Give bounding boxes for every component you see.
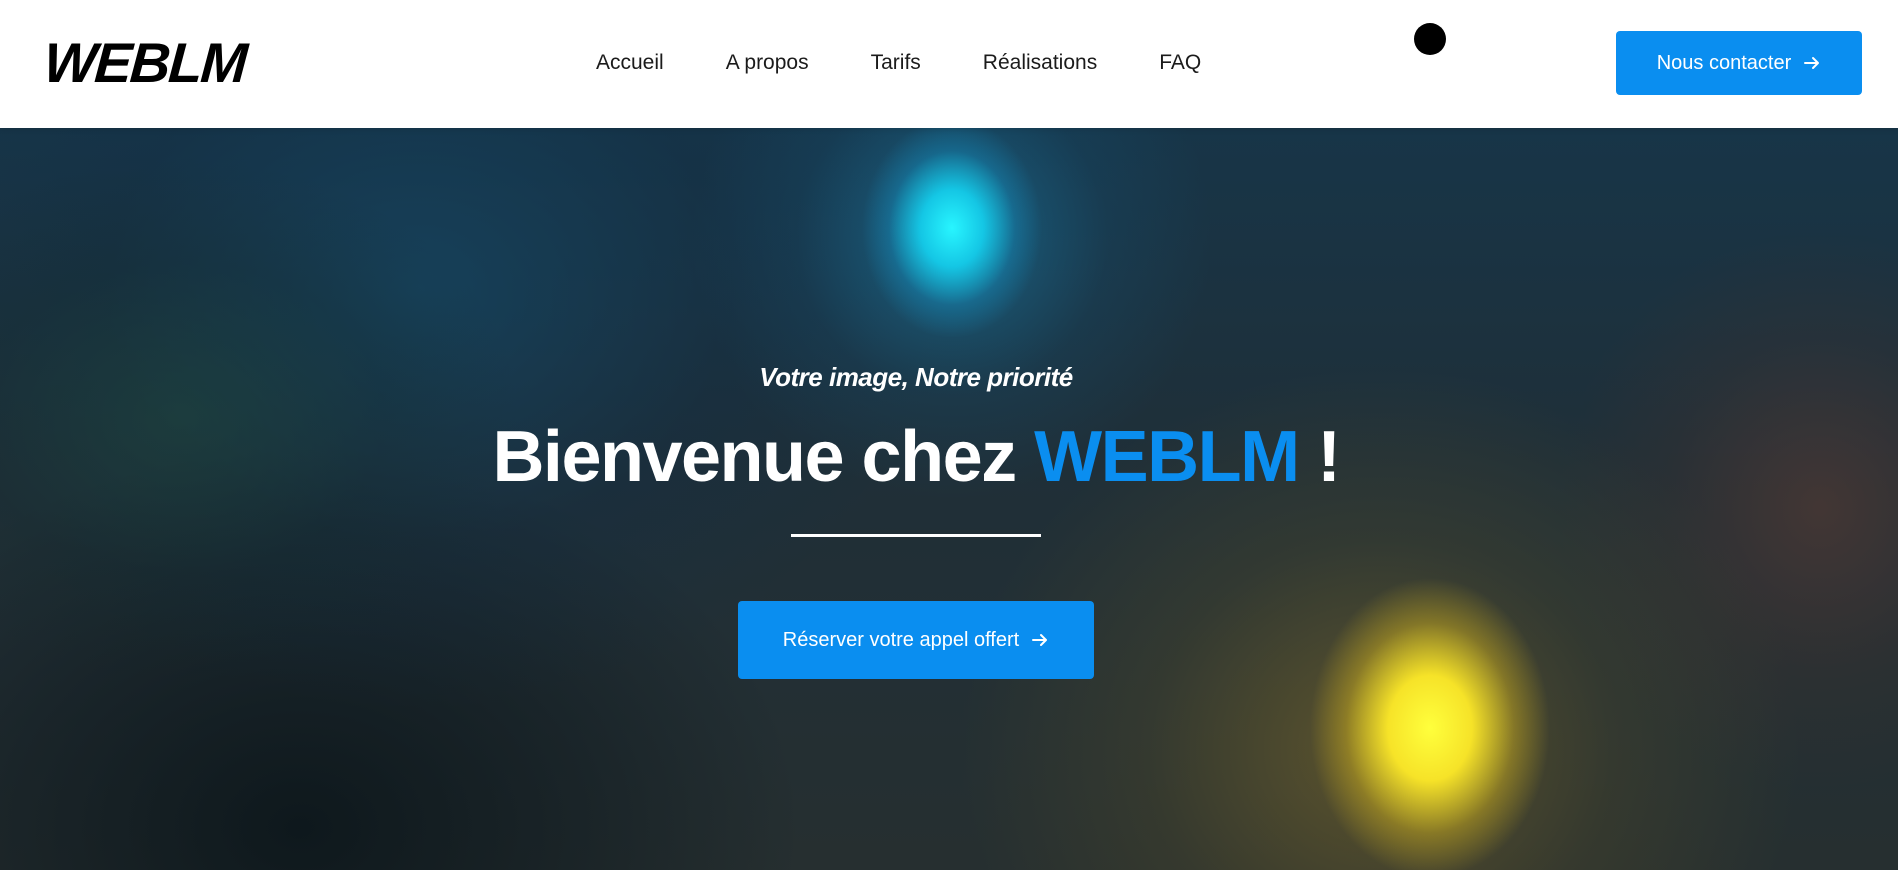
page: WEBLM Accueil A propos Tarifs Réalisatio… — [0, 0, 1898, 870]
nav-item-a-propos[interactable]: A propos — [726, 51, 809, 75]
nav-item-realisations[interactable]: Réalisations — [983, 51, 1097, 75]
custom-cursor-dot — [1414, 23, 1446, 55]
hero-section: Votre image, Notre priorité Bienvenue ch… — [0, 128, 1898, 870]
hero-content: Votre image, Notre priorité Bienvenue ch… — [0, 128, 1898, 870]
nav-item-accueil[interactable]: Accueil — [596, 51, 664, 75]
arrow-right-icon — [1803, 54, 1821, 72]
hero-title: Bienvenue chez WEBLM ! — [0, 412, 1832, 502]
hero-tagline: Votre image, Notre priorité — [759, 362, 1073, 392]
nav-item-faq[interactable]: FAQ — [1159, 51, 1201, 75]
arrow-right-icon — [1031, 631, 1049, 649]
contact-button[interactable]: Nous contacter — [1616, 31, 1862, 95]
book-call-button-label: Réserver votre appel offert — [782, 628, 1020, 651]
hero-divider — [791, 534, 1041, 537]
nav-item-tarifs[interactable]: Tarifs — [871, 51, 921, 75]
book-call-button[interactable]: Réserver votre appel offert — [738, 601, 1094, 679]
hero-title-prefix: Bienvenue chez — [492, 417, 1035, 497]
hero-title-suffix: ! — [1298, 417, 1341, 497]
main-nav: Accueil A propos Tarifs Réalisations FAQ — [596, 46, 1201, 80]
site-logo[interactable]: WEBLM — [42, 30, 248, 96]
site-header: WEBLM Accueil A propos Tarifs Réalisatio… — [0, 0, 1898, 128]
contact-button-label: Nous contacter — [1656, 51, 1792, 74]
hero-title-brand: WEBLM — [1034, 417, 1300, 497]
